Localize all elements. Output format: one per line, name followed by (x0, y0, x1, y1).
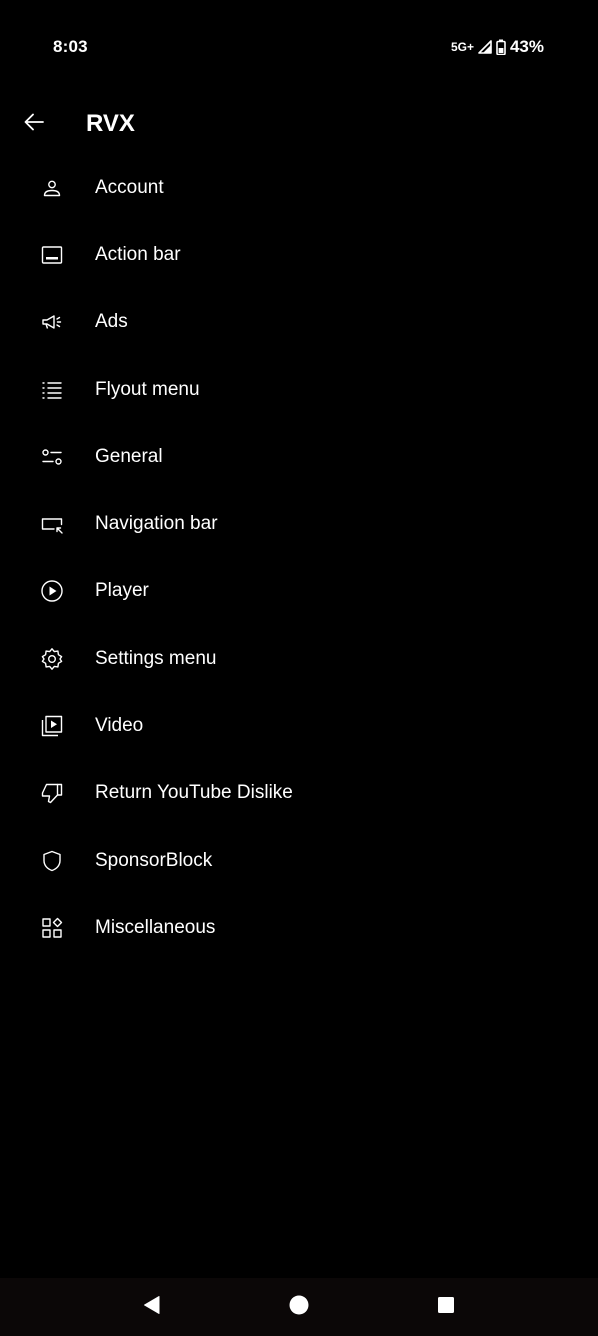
network-type: 5G+ (450, 40, 474, 54)
battery-percent: 43% (509, 37, 544, 56)
page-title: RVX (86, 110, 135, 137)
action-bar-icon (40, 243, 64, 267)
system-recents-button[interactable] (426, 1287, 466, 1327)
menu-item-label: Settings menu (95, 647, 217, 669)
menu-item-return-youtube-dislike[interactable]: Return YouTube Dislike (0, 760, 598, 827)
menu-item-label: Action bar (95, 243, 181, 265)
menu-item-label: Video (95, 715, 144, 737)
list-icon (40, 378, 64, 402)
tune-icon (40, 445, 64, 469)
menu-item-label: Account (95, 176, 164, 198)
system-navigation-bar (0, 1278, 598, 1336)
navigation-bar-icon (40, 512, 64, 536)
battery-icon (496, 39, 506, 55)
widgets-icon (40, 916, 64, 940)
menu-item-label: Return YouTube Dislike (95, 782, 293, 804)
system-back-button[interactable] (132, 1287, 172, 1327)
person-icon (40, 176, 64, 200)
status-indicators: 5G+ 43% (451, 37, 544, 57)
menu-item-settings-menu[interactable]: Settings menu (0, 625, 598, 692)
signal-icon (478, 40, 492, 54)
megaphone-icon (40, 310, 64, 334)
settings-menu-list: Account Action bar Ads Flyout menu Gener… (0, 154, 598, 962)
menu-item-label: SponsorBlock (95, 849, 213, 871)
menu-item-sponsorblock[interactable]: SponsorBlock (0, 827, 598, 894)
menu-item-flyout-menu[interactable]: Flyout menu (0, 356, 598, 423)
menu-item-player[interactable]: Player (0, 558, 598, 625)
status-time: 8:03 (53, 37, 88, 56)
play-circle-icon (40, 579, 64, 603)
status-bar: 8:03 5G+ 43% (0, 0, 598, 95)
menu-item-label: Flyout menu (95, 378, 200, 400)
menu-item-label: Ads (95, 311, 128, 333)
home-circle-icon (289, 1295, 309, 1320)
menu-item-account[interactable]: Account (0, 154, 598, 221)
menu-item-general[interactable]: General (0, 423, 598, 490)
menu-item-action-bar[interactable]: Action bar (0, 221, 598, 288)
shield-icon (40, 849, 64, 873)
menu-item-miscellaneous[interactable]: Miscellaneous (0, 894, 598, 961)
menu-item-label: General (95, 445, 163, 467)
menu-item-video[interactable]: Video (0, 692, 598, 759)
menu-item-navigation-bar[interactable]: Navigation bar (0, 490, 598, 557)
top-app-bar: RVX (0, 95, 598, 153)
thumb-down-icon (40, 781, 64, 805)
menu-item-ads[interactable]: Ads (0, 289, 598, 356)
system-home-button[interactable] (279, 1287, 319, 1327)
menu-item-label: Player (95, 580, 149, 602)
back-triangle-icon (142, 1295, 162, 1320)
back-button[interactable] (10, 100, 58, 148)
recents-square-icon (437, 1296, 455, 1319)
menu-item-label: Miscellaneous (95, 916, 216, 938)
video-library-icon (40, 714, 64, 738)
arrow-back-icon (22, 110, 46, 139)
gear-icon (40, 647, 64, 671)
menu-item-label: Navigation bar (95, 513, 218, 535)
